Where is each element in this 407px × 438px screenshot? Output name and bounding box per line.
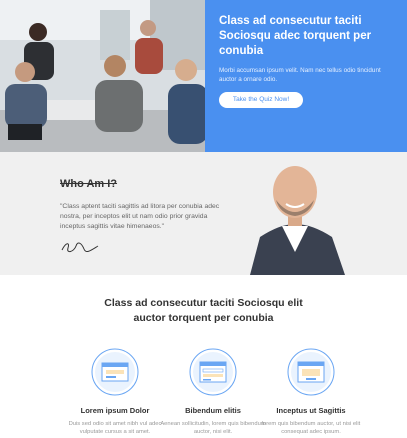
signature [60, 240, 100, 257]
checkout-window-icon [287, 348, 335, 396]
feature-title: Inceptus ut Sagittis [276, 406, 346, 415]
headline-line-2: auctor torquent per conubia [133, 312, 274, 324]
feature-item: Lorem ipsum Dolor Duis sed odio sit amet… [60, 348, 170, 436]
feature-text: Duis sed odio sit amet nibh vul adec vul… [68, 421, 162, 435]
hero-title: Class ad consecutur taciti Sociosqu adec… [219, 15, 372, 57]
hero-text: Morbi accumsan ipsum velit. Nam nec tell… [219, 67, 381, 83]
features-section: Lorem ipsum Dolor Duis sed odio sit amet… [0, 348, 407, 438]
feature-title: Bibendum elitis [185, 406, 241, 415]
section-headline: Class ad consecutur taciti Sociosqu elit… [0, 296, 407, 326]
form-window-icon [189, 348, 237, 396]
about-title: Who Am I? [60, 178, 118, 190]
headline-line-1: Class ad consecutur taciti Sociosqu elit [104, 297, 303, 309]
portrait-photo [240, 152, 350, 275]
feature-title: Lorem ipsum Dolor [80, 406, 150, 415]
hero-panel: Class ad consecutur taciti Sociosqu adec… [205, 0, 407, 152]
hero-section: Class ad consecutur taciti Sociosqu adec… [0, 0, 407, 152]
hero-team-photo [0, 0, 205, 152]
about-quote: "Class aptent taciti sagittis ad litora … [60, 203, 220, 230]
feature-item: Bibendum elitis Aenean sollicitudin, lor… [158, 348, 268, 436]
feature-text: lorem quis bibendum auctor, ut nisi elit… [261, 421, 361, 435]
feature-item: Inceptus ut Sagittis lorem quis bibendum… [256, 348, 366, 436]
browser-window-icon [91, 348, 139, 396]
take-quiz-button[interactable]: Take the Quiz Now! [219, 92, 303, 108]
feature-text: Aenean sollicitudin, lorem quis bibendum… [160, 421, 266, 435]
about-section: Who Am I? "Class aptent taciti sagittis … [0, 152, 407, 275]
